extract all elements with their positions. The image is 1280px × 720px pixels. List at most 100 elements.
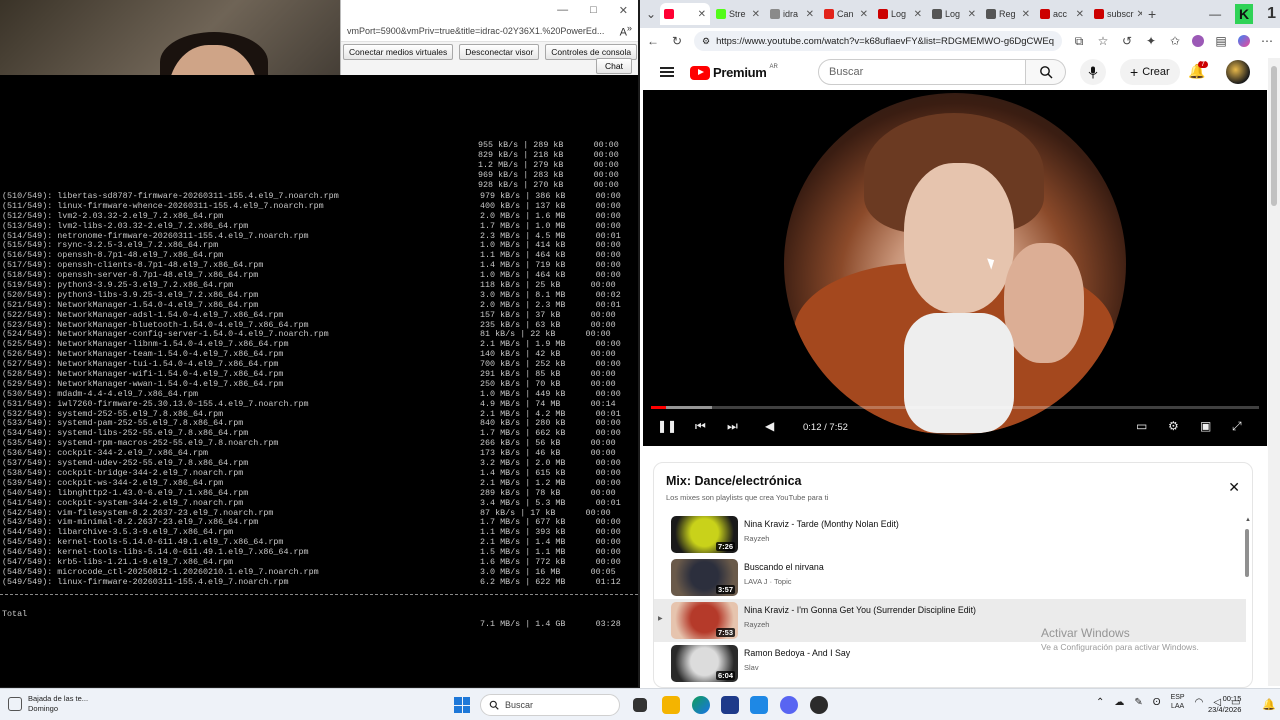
browser-tab[interactable]: ✕ (660, 3, 710, 25)
playlist-item[interactable]: 7:26 Nina Kraviz - Tarde (Monthy Nolan Ed… (654, 513, 1246, 556)
refresh-extension-icon[interactable]: ↺ (1120, 34, 1134, 48)
extensions-icon[interactable]: ✦ (1144, 34, 1158, 48)
volume-icon[interactable]: ◀ (765, 419, 774, 433)
browser-tab[interactable]: Log ✕ (928, 3, 980, 25)
playlist-item-artist: Rayzeh (744, 534, 770, 543)
close-tab-icon[interactable]: ✕ (968, 9, 976, 20)
discord-icon[interactable] (780, 696, 798, 714)
console-terminal[interactable]: 955 kB/s | 289 kB 00:00 829 kB/s | 218 kB… (0, 75, 638, 687)
more-menu-icon[interactable]: ⋯ (1260, 34, 1274, 48)
fullscreen-icon[interactable]: ⤢ (1232, 419, 1242, 434)
minimize-icon[interactable]: — (1209, 7, 1221, 21)
playlist-item-title[interactable]: Buscando el nirvana (744, 562, 824, 572)
playlist-item[interactable]: 3:57 Buscando el nirvana LAVA J · Topic (654, 556, 1246, 599)
back-icon[interactable]: ← (646, 34, 660, 48)
subtitles-icon[interactable]: ▭ (1136, 419, 1147, 433)
favorites-icon[interactable]: ✩ (1168, 34, 1182, 48)
search-input[interactable]: Buscar (818, 59, 1026, 85)
file-explorer-icon[interactable] (662, 696, 680, 714)
previous-icon[interactable]: ⏮ (695, 419, 706, 434)
browser-tab[interactable]: subscr ✕ (1090, 3, 1142, 25)
plus-icon: + (1130, 64, 1139, 80)
cloud-icon[interactable]: ☁ (1114, 697, 1124, 708)
copilot-icon[interactable] (1238, 35, 1250, 47)
browser-tab[interactable]: Can ✕ (820, 3, 872, 25)
playlist-thumbnail[interactable]: 7:53 (671, 602, 738, 639)
search-button[interactable] (1026, 59, 1066, 85)
playlist-thumbnail[interactable]: 3:57 (671, 559, 738, 596)
search-icon (489, 700, 499, 710)
browser-tab[interactable]: Reg ✕ (982, 3, 1034, 25)
console-url-bar[interactable]: vmPort=5900&vmPriv=true&title=idrac-02Y3… (341, 20, 638, 42)
close-tab-icon[interactable]: ✕ (914, 9, 922, 20)
activate-windows-watermark: Activar Windows Ve a Configuración para … (1041, 626, 1199, 652)
reload-icon[interactable]: ↻ (670, 34, 684, 48)
create-button[interactable]: + Crear (1120, 59, 1180, 85)
playlist-thumbnail[interactable]: 7:26 (671, 516, 738, 553)
hamburger-menu-icon[interactable] (660, 67, 674, 77)
task-view-icon[interactable] (633, 698, 647, 712)
obs-icon[interactable] (810, 696, 828, 714)
youtube-premium-logo[interactable]: Premium AR (690, 64, 778, 80)
notification-center-icon[interactable]: 🔔 (1262, 698, 1276, 711)
store-icon[interactable] (721, 696, 739, 714)
connect-virtual-media-button[interactable]: Conectar medios virtuales (343, 44, 454, 60)
tab-list-icon[interactable]: ⌄ (644, 7, 658, 21)
tab-favicon-icon (770, 9, 780, 19)
theater-mode-icon[interactable]: ▣ (1200, 419, 1211, 433)
browser-tab[interactable]: idra ✕ (766, 3, 818, 25)
avatar[interactable] (1226, 60, 1250, 84)
language-indicator[interactable]: ESP LAA (1171, 693, 1185, 711)
next-icon[interactable]: ⏭ (727, 419, 738, 434)
pen-icon[interactable]: ✎ (1134, 697, 1142, 708)
weather-icon (8, 697, 22, 711)
close-icon[interactable]: ✕ (1228, 479, 1240, 496)
minimize-icon[interactable]: — (557, 4, 568, 16)
playlist-item-title[interactable]: Nina Kraviz - Tarde (Monthy Nolan Edit) (744, 519, 899, 529)
pause-icon[interactable]: ❚❚ (657, 419, 677, 433)
edge-browser-icon[interactable] (692, 696, 710, 714)
start-windows-icon[interactable] (454, 697, 470, 713)
favorite-star-icon[interactable]: ☆ (1096, 34, 1110, 48)
voice-search-button[interactable] (1080, 59, 1106, 85)
new-tab-icon[interactable]: + (1148, 6, 1156, 22)
close-tab-icon[interactable]: ✕ (698, 9, 706, 20)
bluetooth-icon[interactable]: ʘ (1153, 697, 1161, 708)
playlist-scrollbar[interactable]: ▲ (1245, 517, 1251, 679)
playlist-item-title[interactable]: Nina Kraviz - I'm Gonna Get You (Surrend… (744, 605, 976, 615)
address-bar[interactable]: ⚙ https://www.youtube.com/watch?v=k68ufl… (694, 31, 1062, 51)
install-app-icon[interactable]: ⧉ (1072, 34, 1086, 49)
profile-extension-icon[interactable] (1192, 35, 1204, 47)
playlist-item-title[interactable]: Ramon Bedoya - And I Say (744, 648, 850, 658)
collections-icon[interactable]: ▤ (1214, 34, 1228, 48)
playlist-items: 7:26 Nina Kraviz - Tarde (Monthy Nolan Ed… (654, 513, 1252, 685)
browser-tab[interactable]: Log ✕ (874, 3, 926, 25)
close-icon[interactable]: ✕ (619, 4, 628, 17)
close-tab-icon[interactable]: ✕ (1137, 9, 1142, 20)
browser-tab[interactable]: acc ✕ (1036, 3, 1088, 25)
taskbar-search-input[interactable]: Buscar (480, 694, 620, 716)
close-tab-icon[interactable]: ✕ (860, 9, 868, 20)
video-player[interactable]: ❚❚ ⏮ ⏭ ◀ 0:12 / 7:52 ▭ ⚙ ▣ ⤢ (643, 90, 1267, 446)
weather-widget[interactable]: Bajada de las te... Domingo (8, 694, 88, 714)
wifi-icon[interactable]: ◠ (1195, 697, 1204, 708)
page-scrollbar[interactable] (1268, 58, 1280, 686)
vscode-icon[interactable] (750, 696, 768, 714)
time-display: 0:12 / 7:52 (803, 422, 848, 433)
clock[interactable]: 00:15 23/4/2026 (1208, 693, 1241, 715)
playlist-thumbnail[interactable]: 6:04 (671, 645, 738, 682)
close-tab-icon[interactable]: ✕ (1076, 9, 1084, 20)
chat-button[interactable]: Chat (596, 58, 632, 74)
close-tab-icon[interactable]: ✕ (1022, 9, 1030, 20)
site-info-icon[interactable]: ⚙ (702, 36, 710, 47)
youtube-play-icon (690, 65, 710, 80)
video-progress-bar[interactable] (651, 406, 1259, 409)
read-aloud-icon[interactable]: A» (620, 23, 632, 39)
close-tab-icon[interactable]: ✕ (806, 9, 814, 20)
browser-tab[interactable]: Stre ✕ (712, 3, 764, 25)
tray-overflow-icon[interactable]: ⌃ (1096, 697, 1104, 708)
disconnect-viewer-button[interactable]: Desconectar visor (459, 44, 540, 60)
close-tab-icon[interactable]: ✕ (752, 9, 760, 20)
maximize-icon[interactable]: □ (590, 4, 597, 16)
settings-gear-icon[interactable]: ⚙ (1168, 419, 1179, 433)
